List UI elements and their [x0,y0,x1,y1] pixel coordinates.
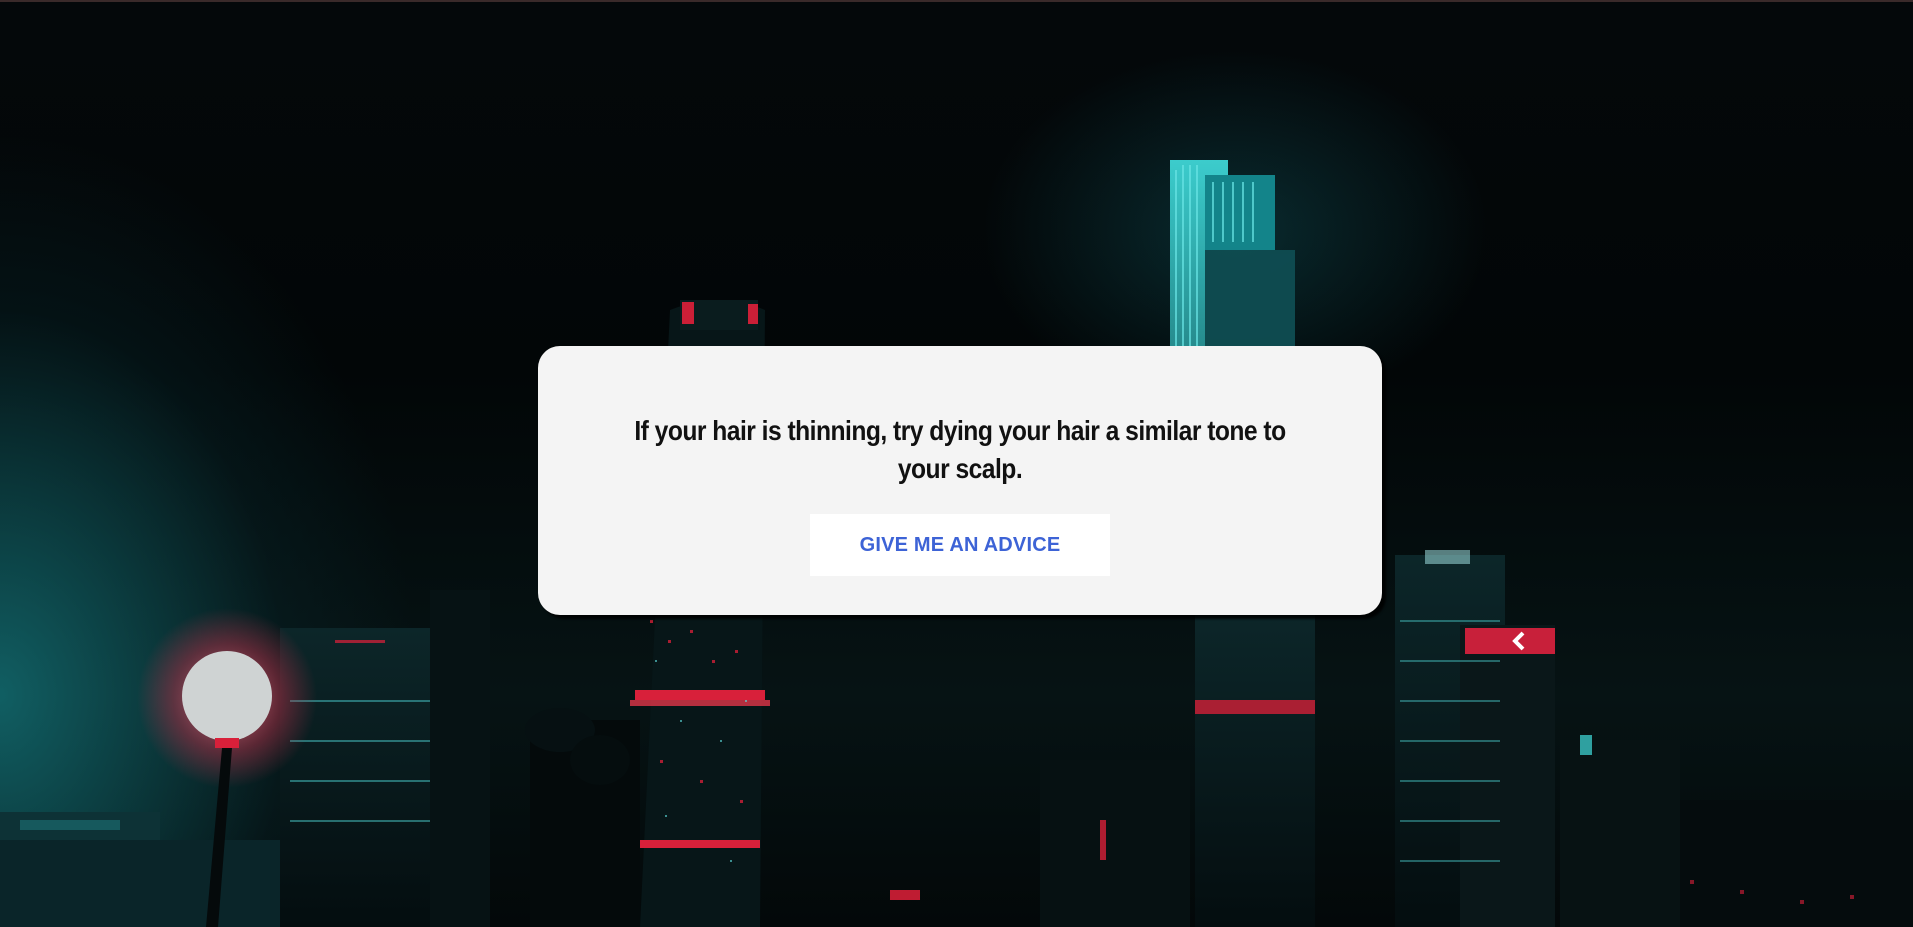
advice-card: If your hair is thinning, try dying your… [538,346,1382,615]
page-background: If your hair is thinning, try dying your… [0,0,1913,927]
center-buildings [525,708,1190,927]
give-advice-button[interactable]: GIVE ME AN ADVICE [810,514,1110,576]
advice-text: If your hair is thinning, try dying your… [634,415,1286,484]
